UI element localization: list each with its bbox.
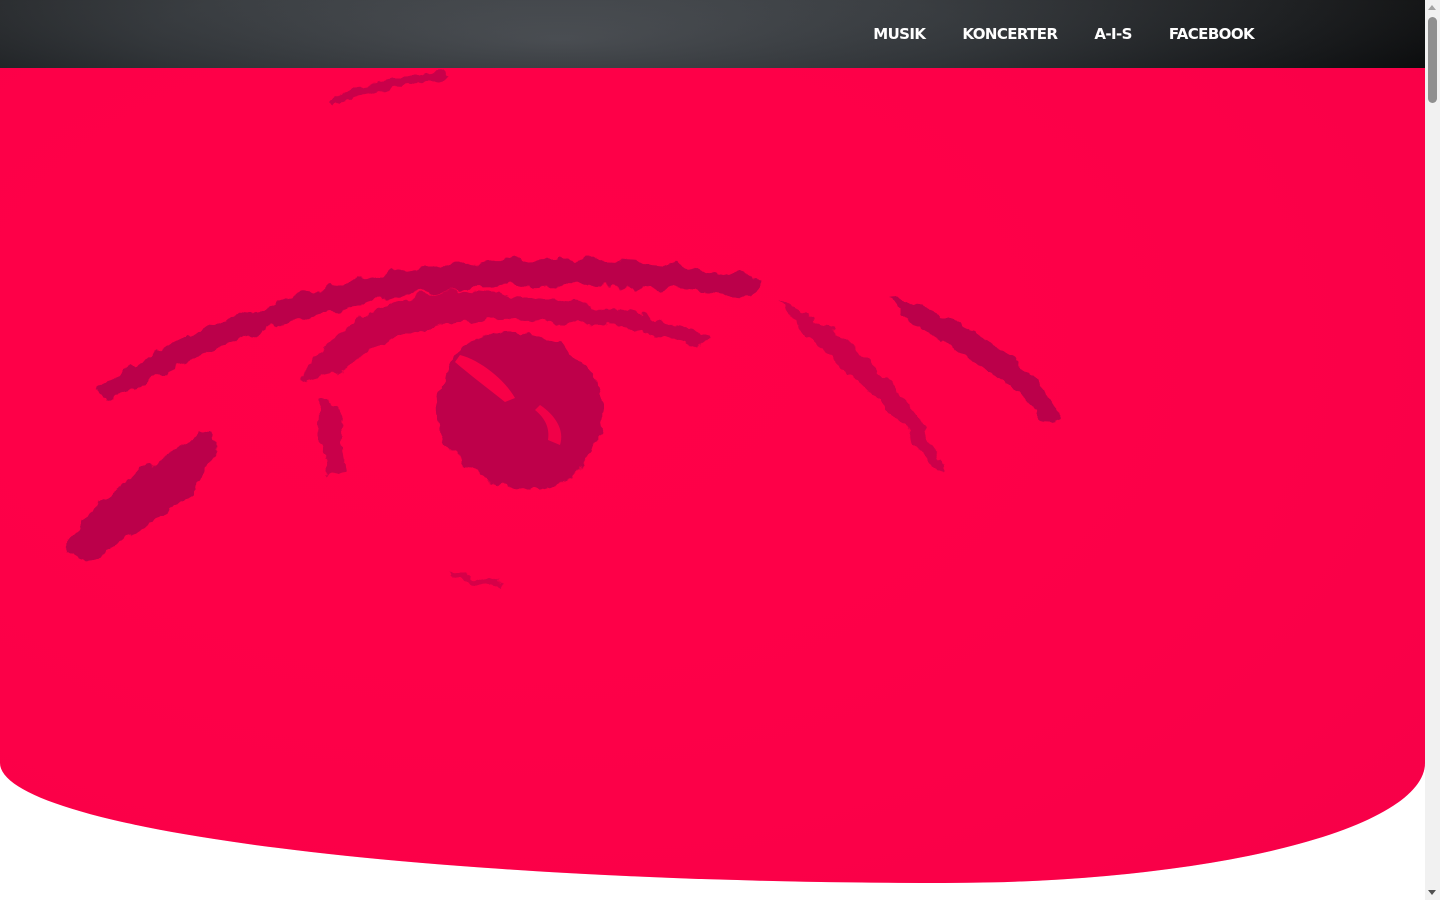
eye-artwork [0, 0, 1425, 883]
page: MUSIK KONCERTER A-I-S FACEBOOK [0, 0, 1440, 900]
top-navigation-bar: MUSIK KONCERTER A-I-S FACEBOOK [0, 0, 1425, 68]
scroll-up-arrow-icon[interactable] [1428, 5, 1436, 10]
vertical-scrollbar[interactable] [1425, 0, 1440, 900]
nav-item-a-i-s[interactable]: A-I-S [1094, 25, 1132, 43]
nav-item-musik[interactable]: MUSIK [873, 25, 926, 43]
nav-item-facebook[interactable]: FACEBOOK [1169, 25, 1255, 43]
hero-banner [0, 0, 1425, 883]
scroll-down-arrow-icon[interactable] [1428, 890, 1436, 895]
scrollbar-thumb[interactable] [1428, 17, 1437, 103]
main-nav: MUSIK KONCERTER A-I-S FACEBOOK [836, 0, 1254, 68]
nav-item-koncerter[interactable]: KONCERTER [962, 25, 1058, 43]
